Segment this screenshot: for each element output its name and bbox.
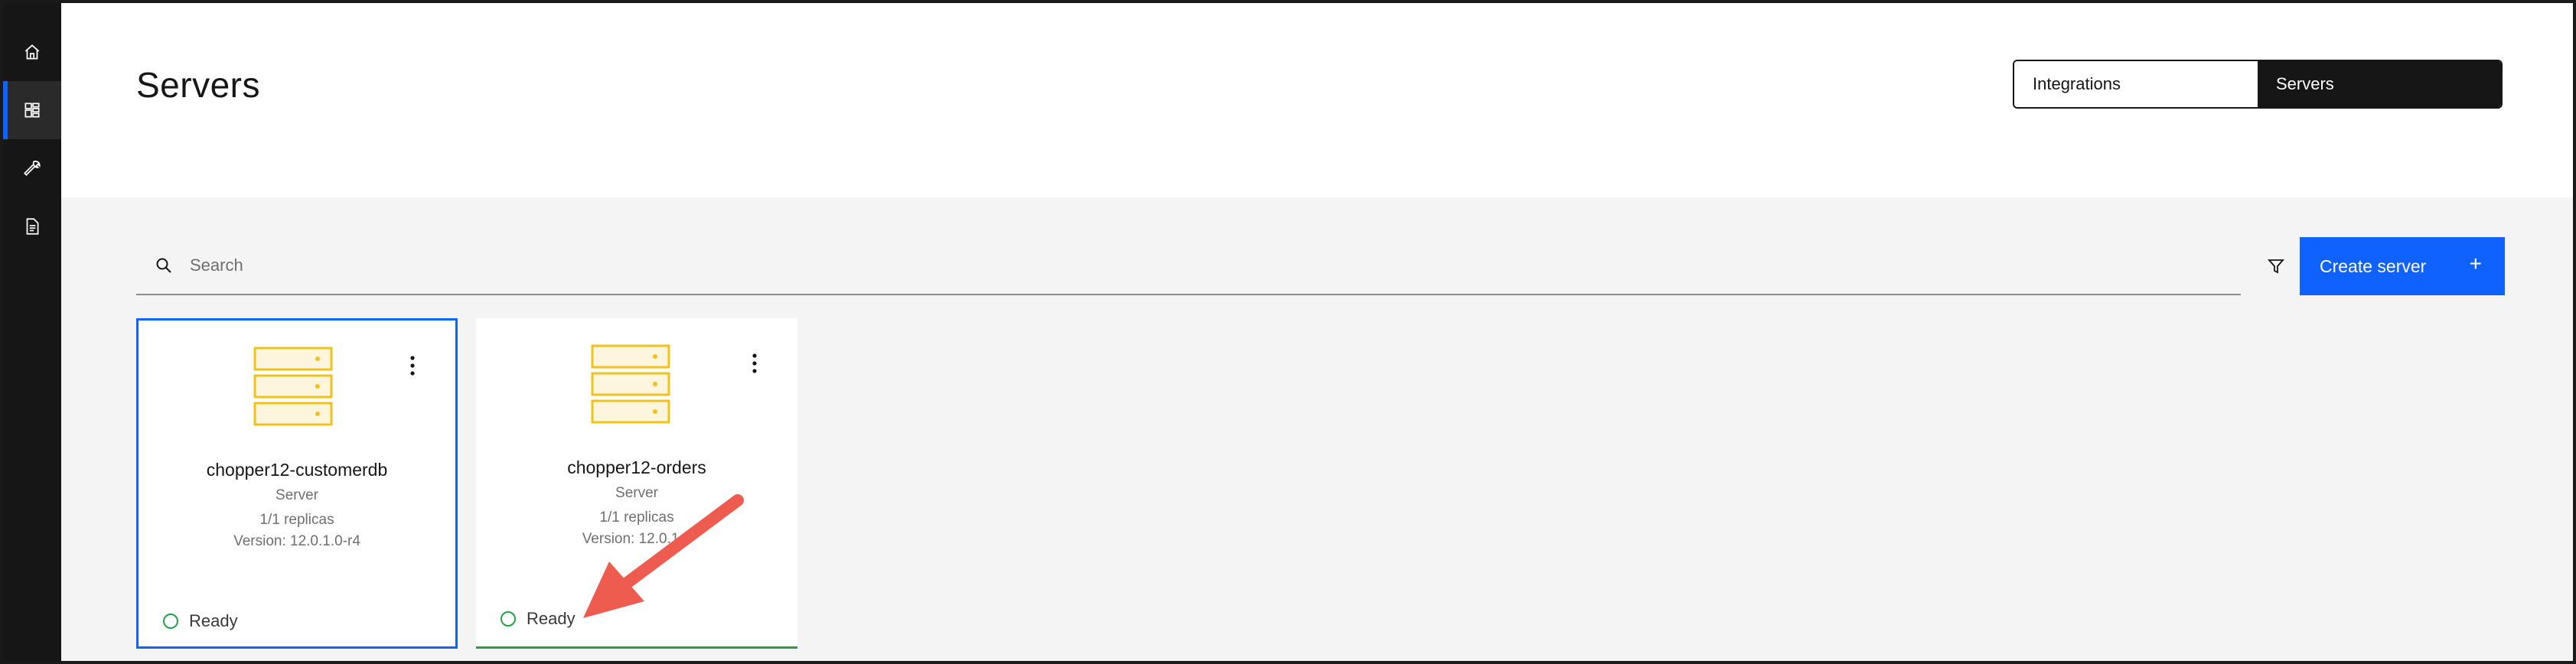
main-content: Create server + chopper12-customerdb Ser… — [61, 197, 2573, 661]
server-type: Server — [276, 487, 318, 503]
server-icon — [591, 344, 670, 424]
server-name: chopper12-customerdb — [206, 460, 388, 480]
view-switcher: Integrations Servers — [2013, 60, 2503, 109]
overflow-menu-icon[interactable] — [405, 354, 420, 377]
server-icon — [253, 347, 333, 426]
app-frame: Servers Integrations Servers Create serv… — [3, 3, 2573, 661]
filter-icon — [2268, 259, 2284, 274]
create-server-label: Create server — [2320, 256, 2427, 276]
integrations-tab[interactable]: Integrations — [2014, 61, 2258, 107]
sidebar — [3, 3, 61, 661]
status-indicator: Ready — [501, 609, 576, 629]
wrench-icon — [24, 161, 41, 176]
page-header: Servers Integrations Servers — [61, 3, 2573, 197]
search-bar — [136, 237, 2241, 295]
page-title: Servers — [136, 65, 260, 105]
server-card[interactable]: chopper12-customerdb Server 1/1 replicas… — [136, 318, 458, 649]
server-replicas: 1/1 replicas — [259, 512, 334, 528]
servers-tab[interactable]: Servers — [2258, 61, 2501, 107]
server-name: chopper12-orders — [567, 457, 706, 477]
sidebar-item-dashboard[interactable] — [3, 81, 61, 139]
server-version: Version: 12.0.1.0-r4 — [233, 533, 360, 549]
sidebar-item-home[interactable] — [3, 23, 61, 81]
plus-icon: + — [2469, 252, 2482, 275]
search-input[interactable] — [190, 256, 2180, 275]
status-circle-icon — [501, 611, 516, 627]
status-label: Ready — [189, 611, 238, 630]
filter-button[interactable] — [2250, 240, 2302, 292]
create-server-button[interactable]: Create server + — [2300, 237, 2505, 295]
search-icon — [156, 258, 171, 273]
status-circle-icon — [163, 614, 178, 629]
document-icon — [26, 218, 39, 235]
overflow-menu-icon[interactable] — [747, 352, 762, 375]
annotation-arrow-icon — [583, 494, 744, 618]
status-label: Ready — [527, 609, 576, 628]
sidebar-item-tools[interactable] — [3, 139, 61, 197]
home-icon — [24, 44, 40, 60]
sidebar-item-documents[interactable] — [3, 197, 61, 256]
status-indicator: Ready — [163, 611, 238, 631]
dashboard-icon — [24, 103, 40, 118]
